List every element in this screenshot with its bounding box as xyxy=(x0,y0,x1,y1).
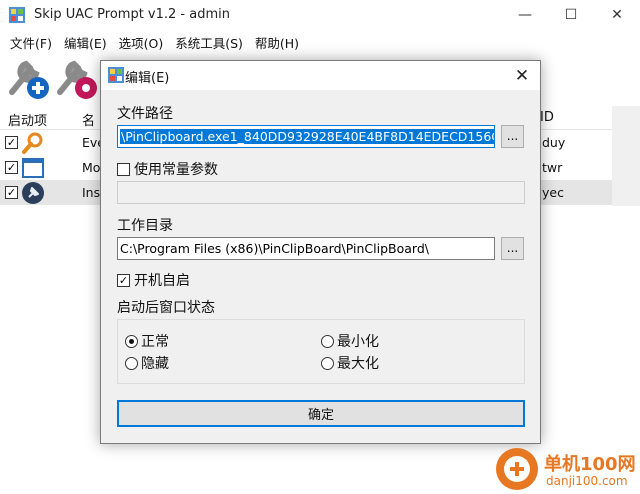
use-params-checkbox[interactable] xyxy=(117,163,130,176)
browse-workdir-button[interactable]: ... xyxy=(501,237,524,260)
edit-wrench-icon xyxy=(57,60,97,99)
workdir-label: 工作目录 xyxy=(117,218,173,234)
watermark-logo xyxy=(496,448,538,490)
autostart-label: 开机自启 xyxy=(134,273,190,289)
window-state-group xyxy=(117,319,525,384)
menu-options[interactable]: 选项(O) xyxy=(113,30,170,52)
row-id: duy xyxy=(542,135,566,150)
workdir-input[interactable]: C:\Program Files (x86)\PinClipBoard\PinC… xyxy=(117,237,495,260)
add-button[interactable] xyxy=(4,56,52,102)
menu-file[interactable]: 文件(F) xyxy=(4,30,58,52)
app-icon xyxy=(108,67,124,83)
radio-minimized-label: 最小化 xyxy=(337,334,379,350)
pin-icon xyxy=(22,182,44,204)
radio-hidden-label: 隐藏 xyxy=(141,356,169,372)
row-checkbox[interactable]: ✓ xyxy=(5,161,18,174)
row-checkbox[interactable]: ✓ xyxy=(5,186,18,199)
row-id: twr xyxy=(542,160,563,175)
main-titlebar: Skip UAC Prompt v1.2 - admin — ☐ ✕ xyxy=(0,0,640,30)
watermark-icon xyxy=(504,456,530,482)
params-input[interactable] xyxy=(117,181,525,204)
row-name: Ins xyxy=(82,185,101,200)
column-name[interactable]: 名 xyxy=(82,110,95,129)
maximize-button[interactable]: ☐ xyxy=(548,0,594,30)
window-state-label: 启动后窗口状态 xyxy=(117,300,215,316)
use-params-label: 使用常量参数 xyxy=(134,162,218,178)
window-title: Skip UAC Prompt v1.2 - admin xyxy=(34,7,230,22)
edit-button[interactable] xyxy=(52,56,100,102)
radio-normal[interactable] xyxy=(125,335,138,348)
menu-bar: 文件(F) 编辑(E) 选项(O) 系统工具(S) 帮助(H) xyxy=(0,30,640,52)
ok-button[interactable]: 确定 xyxy=(117,400,525,427)
radio-hidden[interactable] xyxy=(125,357,138,370)
window-icon xyxy=(22,158,44,178)
column-startup-item[interactable]: 启动项 xyxy=(8,110,47,129)
add-wrench-icon xyxy=(9,60,49,99)
menu-help[interactable]: 帮助(H) xyxy=(249,30,305,52)
row-id: yec xyxy=(542,185,564,200)
file-path-value: \PinClipboard.exe1_840DD932928E40E4BF8D1… xyxy=(120,129,494,144)
search-icon xyxy=(22,132,43,154)
dialog-close-button[interactable]: ✕ xyxy=(503,61,541,90)
edit-dialog: 编辑(E) ✕ 文件路径 \PinClipboard.exe1_840DD932… xyxy=(100,60,541,444)
row-name: Mo xyxy=(82,160,101,175)
minimize-button[interactable]: — xyxy=(502,0,548,30)
browse-file-button[interactable]: ... xyxy=(501,125,524,148)
menu-edit[interactable]: 编辑(E) xyxy=(58,30,113,52)
autostart-checkbox[interactable]: ✓ xyxy=(117,274,130,287)
file-path-input[interactable]: \PinClipboard.exe1_840DD932928E40E4BF8D1… xyxy=(117,125,495,148)
radio-minimized[interactable] xyxy=(321,335,334,348)
watermark-site-name: 单机100网 xyxy=(544,454,636,475)
watermark-site-url: danji100.com xyxy=(546,474,628,488)
close-button[interactable]: ✕ xyxy=(594,0,640,30)
dialog-titlebar: 编辑(E) ✕ xyxy=(101,61,540,90)
app-icon xyxy=(9,7,25,23)
radio-normal-label: 正常 xyxy=(141,334,169,350)
row-checkbox[interactable]: ✓ xyxy=(5,136,18,149)
list-scrollbar[interactable] xyxy=(612,106,640,206)
column-id[interactable]: ID xyxy=(540,110,554,125)
file-path-label: 文件路径 xyxy=(117,106,173,122)
radio-maximized-label: 最大化 xyxy=(337,356,379,372)
dialog-title: 编辑(E) xyxy=(125,71,170,86)
radio-maximized[interactable] xyxy=(321,357,334,370)
menu-system-tools[interactable]: 系统工具(S) xyxy=(169,30,249,52)
